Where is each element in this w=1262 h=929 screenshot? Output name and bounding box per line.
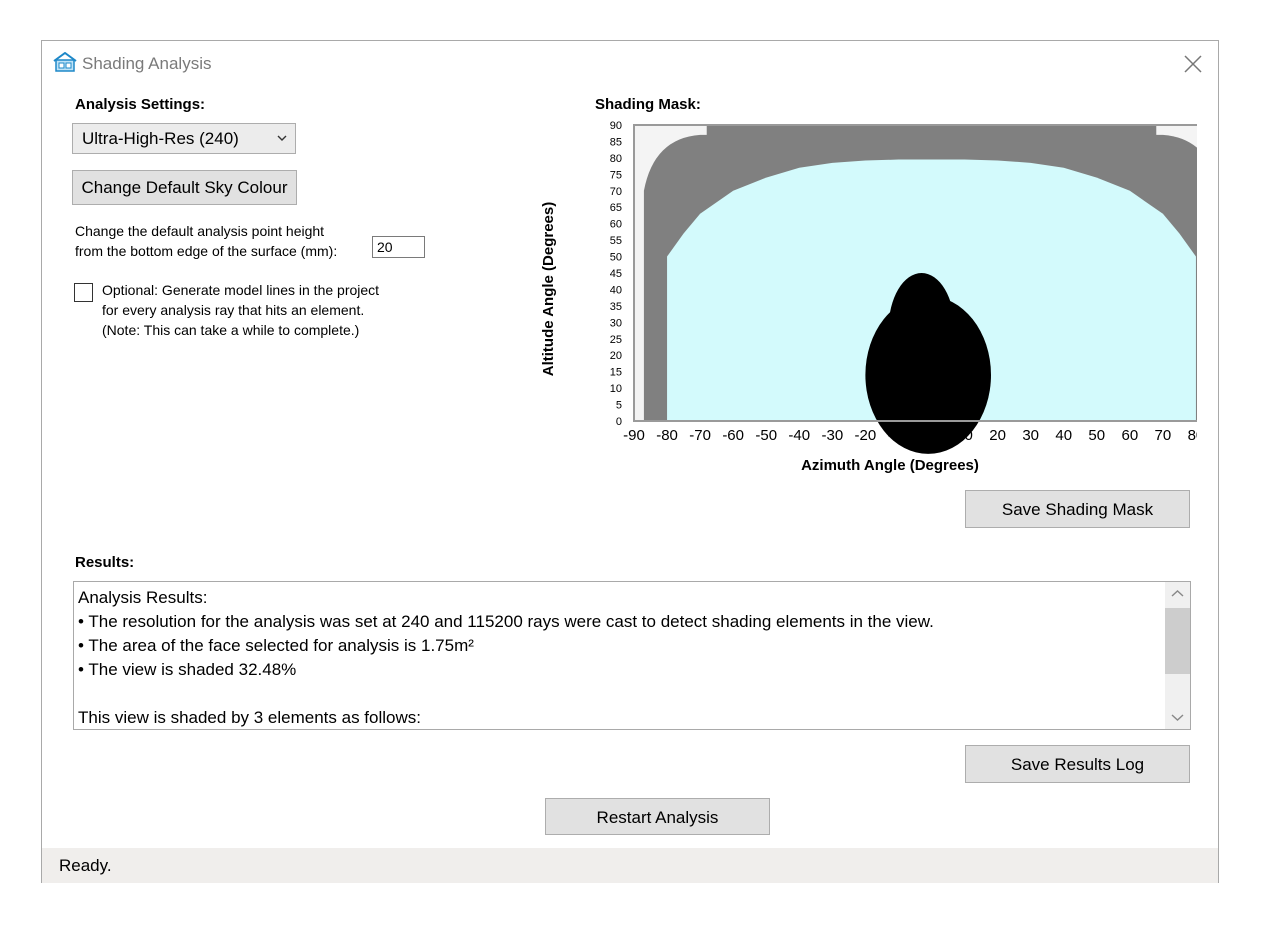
results-line: • The area of the face selected for anal…: [78, 636, 474, 655]
y-tick-label: 10: [610, 383, 622, 395]
y-tick-label: 15: [610, 367, 622, 379]
save-results-log-button[interactable]: Save Results Log: [965, 745, 1190, 783]
results-scrollbar[interactable]: [1165, 582, 1190, 729]
shaded-top-band: [706, 125, 1157, 136]
change-sky-colour-button[interactable]: Change Default Sky Colour: [72, 170, 297, 205]
y-tick-label: 0: [616, 416, 622, 428]
resolution-dropdown[interactable]: Ultra-High-Res (240): [72, 123, 296, 154]
y-tick-label: 35: [610, 301, 622, 313]
x-tick-label: 40: [1055, 427, 1072, 444]
close-icon[interactable]: [1182, 53, 1204, 75]
results-line: • The view is shaded 32.48%: [78, 660, 297, 679]
generate-model-lines-checkbox[interactable]: [74, 283, 93, 302]
y-tick-label: 75: [610, 169, 622, 181]
optional-label-line3: (Note: This can take a while to complete…: [102, 322, 360, 338]
y-tick-label: 30: [610, 317, 622, 329]
x-tick-label: -70: [689, 427, 711, 444]
save-shading-mask-button[interactable]: Save Shading Mask: [965, 490, 1190, 528]
status-bar: Ready.: [42, 848, 1218, 883]
x-tick-label: 0: [927, 427, 935, 444]
y-tick-label: 60: [610, 219, 622, 231]
y-tick-label: 40: [610, 284, 622, 296]
x-tick-label: 60: [1121, 427, 1138, 444]
results-line: This view is shaded by 3 elements as fol…: [78, 708, 421, 727]
y-tick-label: 45: [610, 268, 622, 280]
title-bar: Shading Analysis: [42, 41, 1218, 85]
x-tick-label: -60: [722, 427, 744, 444]
shading-mask-heading: Shading Mask:: [595, 96, 701, 113]
x-tick-label: -30: [821, 427, 843, 444]
shading-mask-chart: 051015202530354045505560657075808590-90-…: [540, 120, 1197, 474]
results-line: Analysis Results:: [78, 588, 208, 607]
x-tick-label: -90: [623, 427, 645, 444]
y-tick-label: 55: [610, 235, 622, 247]
restart-analysis-button[interactable]: Restart Analysis: [545, 798, 770, 835]
x-tick-label: 70: [1155, 427, 1172, 444]
chevron-down-icon: [277, 135, 287, 141]
analysis-settings-heading: Analysis Settings:: [75, 96, 206, 113]
tree-canopy-top: [911, 282, 939, 323]
status-text: Ready.: [59, 856, 112, 875]
y-tick-label: 20: [610, 350, 622, 362]
x-tick-label: 50: [1088, 427, 1105, 444]
x-tick-label: -40: [788, 427, 810, 444]
x-axis-label: Azimuth Angle (Degrees): [801, 457, 979, 474]
scroll-down-icon[interactable]: [1165, 705, 1190, 729]
resolution-selected-value: Ultra-High-Res (240): [82, 129, 239, 148]
height-label-line1: Change the default analysis point height: [75, 223, 325, 239]
y-tick-label: 70: [610, 186, 622, 198]
y-tick-label: 25: [610, 334, 622, 346]
scroll-up-icon[interactable]: [1165, 582, 1190, 606]
results-line: • The resolution for the analysis was se…: [78, 612, 934, 631]
x-tick-label: 80: [1188, 427, 1197, 444]
analysis-point-height-input[interactable]: 20: [372, 236, 425, 258]
height-label-line2: from the bottom edge of the surface (mm)…: [75, 243, 338, 259]
shading-analysis-window: Shading Analysis Analysis Settings: Ultr…: [41, 40, 1219, 883]
y-tick-label: 65: [610, 202, 622, 214]
x-tick-label: -20: [855, 427, 877, 444]
x-tick-label: -80: [656, 427, 678, 444]
x-tick-label: 10: [956, 427, 973, 444]
y-axis-label: Altitude Angle (Degrees): [540, 202, 557, 376]
house-icon: [53, 52, 77, 72]
x-tick-label: -10: [888, 427, 910, 444]
optional-label-line1: Optional: Generate model lines in the pr…: [102, 282, 380, 298]
x-tick-label: 30: [1022, 427, 1039, 444]
y-tick-label: 85: [610, 136, 622, 148]
y-tick-label: 5: [616, 400, 622, 412]
scroll-thumb[interactable]: [1165, 608, 1190, 674]
results-line: [78, 682, 1158, 706]
results-textbox[interactable]: Analysis Results: • The resolution for th…: [73, 581, 1191, 730]
x-tick-label: -50: [755, 427, 777, 444]
results-text: Analysis Results: • The resolution for th…: [78, 586, 1158, 729]
results-heading: Results:: [75, 554, 135, 571]
window-title: Shading Analysis: [82, 54, 212, 73]
x-tick-label: 20: [989, 427, 1006, 444]
optional-label-line2: for every analysis ray that hits an elem…: [102, 302, 365, 318]
y-tick-label: 90: [610, 120, 622, 132]
y-tick-label: 80: [610, 153, 622, 165]
y-tick-label: 50: [610, 252, 622, 264]
